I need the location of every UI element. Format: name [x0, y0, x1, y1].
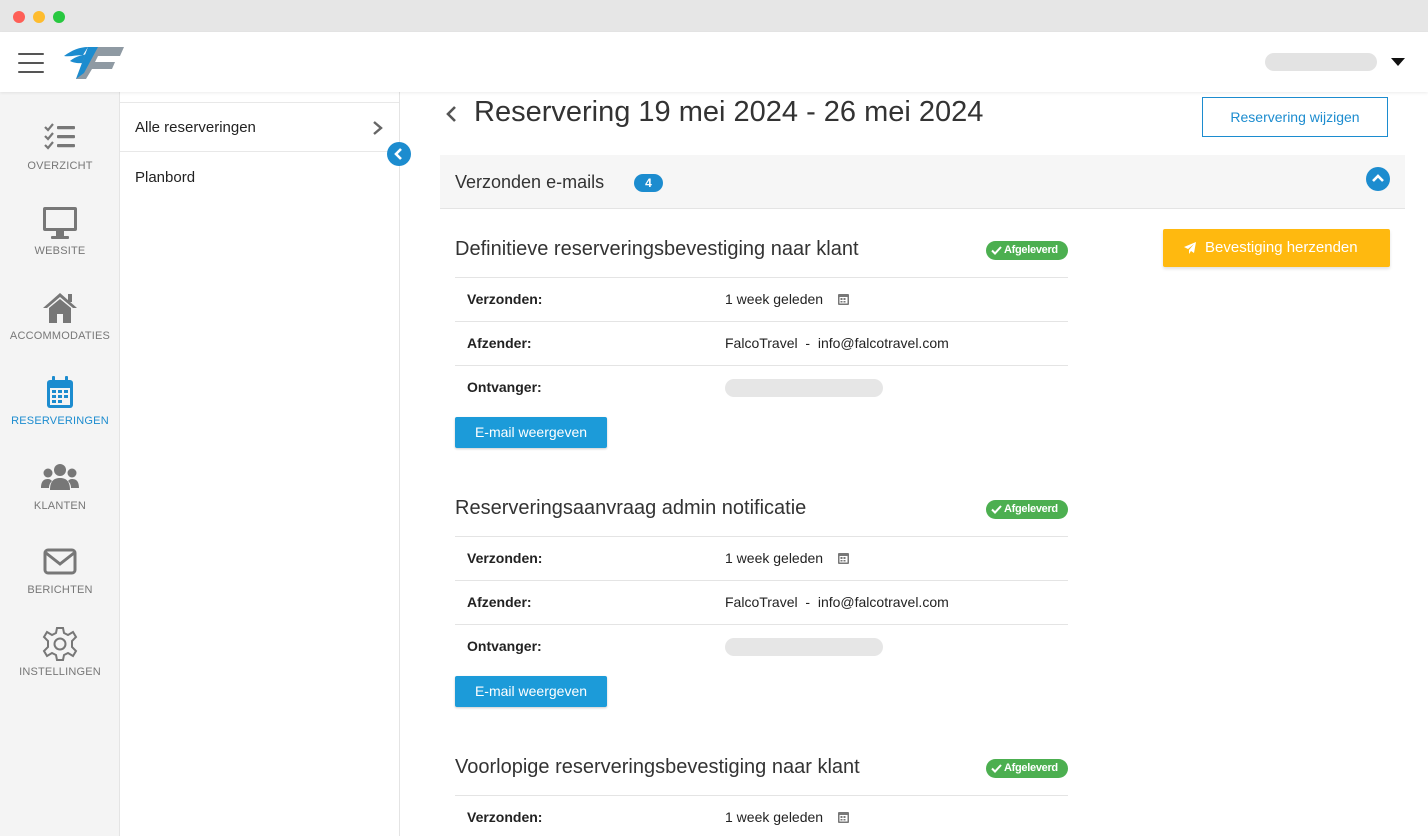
view-email-button[interactable]: E-mail weergeven: [455, 417, 607, 448]
checkmark-icon: [991, 764, 1002, 773]
menu-icon[interactable]: [18, 53, 44, 73]
sidebar-label-reserveringen: RESERVERINGEN: [11, 415, 109, 427]
sidebar-item-website[interactable]: WEBSITE: [0, 205, 120, 285]
chevron-up-icon: [1372, 174, 1384, 182]
sidebar-item-overzicht[interactable]: OVERZICHT: [0, 120, 120, 200]
sent-value: 1 week geleden: [725, 809, 824, 825]
collapse-panel-button[interactable]: [1366, 167, 1390, 191]
email-entry: Voorlopige reserveringsbevestiging naar …: [440, 756, 1080, 836]
resend-label: Bevestiging herzenden: [1205, 239, 1358, 256]
recipient-redacted: [725, 638, 883, 656]
sent-value: 1 week geleden: [725, 291, 824, 307]
subnav-item-alle-reserveringen[interactable]: Alle reserveringen: [120, 102, 399, 152]
page-title: Reservering 19 mei 2024 - 26 mei 2024: [474, 96, 984, 128]
close-window-button[interactable]: [13, 11, 25, 23]
sidebar-item-berichten[interactable]: BERICHTEN: [0, 544, 120, 624]
sent-row: Verzonden: 1 week geleden: [455, 536, 1068, 580]
collapse-subnav-button[interactable]: [387, 142, 411, 166]
checkmark-icon: [991, 505, 1002, 514]
panel-title: Verzonden e-mails: [455, 172, 605, 192]
sent-label: Verzonden:: [467, 291, 543, 307]
calendar-icon: [47, 376, 73, 408]
sender-value: FalcoTravel - info@falcotravel.com: [725, 335, 949, 351]
status-label: Afgeleverd: [1004, 503, 1058, 515]
paper-plane-icon: [1184, 242, 1196, 254]
home-icon: [43, 293, 77, 323]
sub-navigation: Alle reserveringen Planbord: [120, 92, 400, 836]
email-entry: Definitieve reserveringsbevestiging naar…: [440, 238, 1080, 453]
top-bar: [0, 32, 1428, 92]
checkmark-icon: [991, 246, 1002, 255]
recipient-redacted: [725, 379, 883, 397]
gear-icon: [42, 627, 78, 661]
status-badge: Afgeleverd: [986, 241, 1068, 260]
sidebar-label-accommodaties: ACCOMMODATIES: [9, 330, 111, 342]
sent-label: Verzonden:: [467, 809, 543, 825]
subnav-label: Alle reserveringen: [135, 119, 256, 136]
falco-logo: [64, 47, 124, 79]
sender-row: Afzender: FalcoTravel - info@falcotravel…: [455, 580, 1068, 624]
sent-row: Verzonden: 1 week geleden: [455, 795, 1068, 836]
email-title: Definitieve reserveringsbevestiging naar…: [455, 238, 859, 260]
calendar-icon: [838, 812, 849, 823]
sender-value: FalcoTravel - info@falcotravel.com: [725, 594, 949, 610]
resend-confirmation-button[interactable]: Bevestiging herzenden: [1163, 229, 1390, 267]
sidebar-item-instellingen[interactable]: INSTELLINGEN: [0, 626, 120, 706]
sender-label: Afzender:: [467, 335, 532, 351]
view-email-button[interactable]: E-mail weergeven: [455, 676, 607, 707]
sender-row: Afzender: FalcoTravel - info@falcotravel…: [455, 321, 1068, 365]
recipient-label: Ontvanger:: [467, 638, 542, 654]
calendar-icon: [838, 553, 849, 564]
main-sidebar: OVERZICHT WEBSITE ACCOMMODATIES RESERVER…: [0, 92, 120, 836]
email-title: Reserveringsaanvraag admin notificatie: [455, 497, 807, 519]
users-icon: [41, 464, 79, 490]
minimize-window-button[interactable]: [33, 11, 45, 23]
sent-emails-panel-header: Verzonden e-mails 4: [440, 155, 1405, 209]
user-menu-caret-icon[interactable]: [1391, 58, 1405, 66]
sidebar-label-berichten: BERICHTEN: [27, 584, 93, 596]
edit-reservation-button[interactable]: Reservering wijzigen: [1202, 97, 1388, 137]
sent-row: Verzonden: 1 week geleden: [455, 277, 1068, 321]
status-badge: Afgeleverd: [986, 500, 1068, 519]
maximize-window-button[interactable]: [53, 11, 65, 23]
chevron-left-icon: [394, 148, 402, 160]
sidebar-label-klanten: KLANTEN: [33, 500, 87, 512]
sender-label: Afzender:: [467, 594, 532, 610]
monitor-icon: [43, 207, 77, 239]
window-titlebar: [0, 0, 1428, 32]
sidebar-label-website: WEBSITE: [34, 245, 86, 257]
status-badge: Afgeleverd: [986, 759, 1068, 778]
recipient-label: Ontvanger:: [467, 379, 542, 395]
sent-value: 1 week geleden: [725, 550, 824, 566]
chevron-right-icon: [373, 121, 383, 135]
sidebar-item-reserveringen[interactable]: RESERVERINGEN: [0, 375, 120, 455]
sidebar-label-overzicht: OVERZICHT: [27, 160, 93, 172]
sent-label: Verzonden:: [467, 550, 543, 566]
subnav-item-planbord[interactable]: Planbord: [120, 153, 399, 203]
calendar-icon: [838, 294, 849, 305]
sidebar-item-accommodaties[interactable]: ACCOMMODATIES: [0, 290, 120, 370]
recipient-row: Ontvanger:: [455, 365, 1068, 409]
envelope-icon: [43, 548, 77, 575]
sidebar-label-instellingen: INSTELLINGEN: [19, 666, 101, 678]
user-name-redacted: [1265, 53, 1377, 71]
subnav-label: Planbord: [135, 169, 196, 186]
email-count-badge: 4: [634, 174, 663, 192]
sidebar-item-klanten[interactable]: KLANTEN: [0, 460, 120, 540]
checklist-icon: [44, 123, 75, 150]
email-entry: Reserveringsaanvraag admin notificatie A…: [440, 497, 1080, 712]
recipient-row: Ontvanger:: [455, 624, 1068, 668]
email-title: Voorlopige reserveringsbevestiging naar …: [455, 756, 860, 778]
status-label: Afgeleverd: [1004, 244, 1058, 256]
back-arrow-icon[interactable]: [444, 104, 460, 124]
status-label: Afgeleverd: [1004, 762, 1058, 774]
